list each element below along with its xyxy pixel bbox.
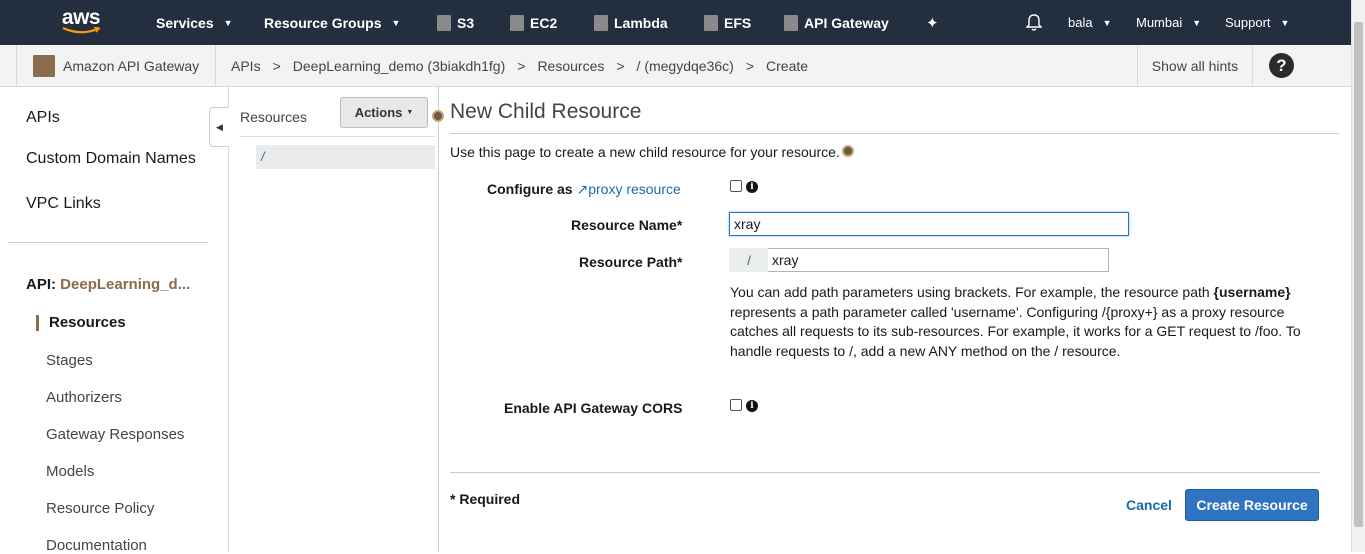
chevron-down-icon: ▼ [391, 17, 401, 28]
resource-path-help: You can add path parameters using bracke… [730, 284, 1301, 359]
sidebar-item-gateway-responses[interactable]: Gateway Responses [46, 426, 184, 443]
bell-icon[interactable] [1026, 0, 1042, 45]
breadcrumb-separator: > [616, 57, 625, 74]
info-icon[interactable]: i [746, 400, 758, 412]
api-gateway-icon [784, 14, 798, 31]
shortcut-efs[interactable]: EFS [704, 0, 751, 45]
pin-icon[interactable]: ✦ [926, 0, 939, 45]
title-divider [450, 133, 1339, 134]
footer-divider [450, 472, 1320, 473]
sidebar-item-documentation[interactable]: Documentation [46, 537, 147, 554]
sidebar-item-authorizers[interactable]: Authorizers [46, 389, 122, 406]
breadcrumb-item-api[interactable]: DeepLearning_demo (3biakdh1fg) [293, 58, 505, 74]
breadcrumb-separator: > [272, 57, 281, 74]
proxy-resource-link[interactable]: ↗proxy resource [576, 181, 680, 197]
ec2-icon [510, 14, 524, 31]
sidebar-api-heading[interactable]: API: DeepLearning_d... [26, 276, 190, 293]
resource-groups-menu[interactable]: Resource Groups ▼ [264, 0, 400, 45]
required-note: * Required [450, 491, 521, 507]
breadcrumb-item-root[interactable]: / (megydqe36c) [637, 58, 734, 74]
resource-tree-root[interactable]: / [256, 145, 435, 169]
resource-name-input[interactable]: xray [729, 212, 1129, 236]
lambda-icon [594, 14, 608, 31]
breadcrumb-bar: Amazon API Gateway APIs > DeepLearning_d… [0, 45, 1351, 87]
breadcrumb-separator: > [517, 57, 526, 74]
sidebar-item-custom-domain-names[interactable]: Custom Domain Names [26, 150, 196, 168]
shortcut-lambda[interactable]: Lambda [594, 0, 668, 45]
sidebar-item-resource-policy[interactable]: Resource Policy [46, 500, 154, 517]
chevron-down-icon: ▼ [1280, 17, 1290, 28]
support-menu[interactable]: Support ▼ [1225, 0, 1289, 45]
service-home-link[interactable]: Amazon API Gateway [16, 45, 216, 86]
help-icon[interactable]: ? [1269, 53, 1294, 78]
breadcrumb-separator: > [745, 57, 755, 74]
page-scrollbar[interactable] [1351, 0, 1365, 552]
region-menu[interactable]: Mumbai ▼ [1136, 0, 1201, 45]
resource-name-label: Resource Name* [571, 217, 683, 233]
info-icon[interactable]: i [746, 181, 758, 193]
create-resource-button[interactable]: Create Resource [1185, 489, 1319, 521]
top-nav: aws Services ▼ Resource Groups ▼ S3 EC2 La… [0, 0, 1351, 45]
efs-icon [704, 14, 718, 31]
sidebar-item-resources[interactable]: Resources [36, 315, 126, 331]
hint-icon[interactable] [842, 145, 854, 157]
sidebar-item-apis[interactable]: APIs [26, 109, 60, 127]
configure-proxy-label: Configure as ↗proxy resource [487, 181, 681, 197]
services-menu[interactable]: Services ▼ [156, 0, 233, 45]
sidebar-item-vpc-links[interactable]: VPC Links [26, 195, 101, 213]
shortcut-s3[interactable]: S3 [437, 0, 474, 45]
cors-checkbox[interactable] [730, 399, 742, 411]
show-all-hints-button[interactable]: Show all hints [1137, 45, 1253, 86]
chevron-down-icon: ▼ [223, 17, 233, 28]
resource-path-label: Resource Path* [579, 254, 683, 270]
resources-panel: Resources Actions ▼ / [229, 87, 439, 552]
chevron-down-icon: ▼ [1102, 17, 1112, 28]
intro-text: Use this page to create a new child reso… [450, 144, 840, 160]
sidebar: APIs Custom Domain Names VPC Links API: … [0, 87, 229, 554]
hint-icon[interactable] [432, 110, 444, 122]
sidebar-item-stages[interactable]: Stages [46, 352, 93, 369]
breadcrumb: APIs > DeepLearning_demo (3biakdh1fg) > … [231, 45, 808, 86]
sidebar-divider [8, 242, 208, 243]
scrollbar-thumb[interactable] [1354, 22, 1363, 527]
shortcut-ec2[interactable]: EC2 [510, 0, 557, 45]
proxy-checkbox[interactable] [730, 180, 742, 192]
collapse-sidebar-button[interactable]: ◀ [209, 107, 229, 147]
external-link-icon: ↗ [576, 181, 589, 197]
breadcrumb-item-create: Create [766, 57, 809, 74]
chevron-left-icon: ◀ [216, 121, 223, 132]
aws-logo[interactable]: aws [58, 7, 104, 38]
actions-dropdown[interactable]: Actions ▼ [340, 97, 428, 128]
cancel-button[interactable]: Cancel [1126, 497, 1172, 513]
user-menu[interactable]: bala ▼ [1068, 0, 1112, 45]
resource-path-prefix: / [729, 248, 769, 272]
s3-icon [437, 14, 451, 31]
page-title: New Child Resource [450, 100, 642, 123]
resource-path-input[interactable]: xray [768, 248, 1109, 272]
api-gateway-icon [33, 54, 55, 77]
chevron-down-icon: ▼ [406, 109, 414, 116]
shortcut-api-gateway[interactable]: API Gateway [784, 0, 889, 45]
breadcrumb-item-apis[interactable]: APIs [231, 58, 261, 74]
breadcrumb-item-resources[interactable]: Resources [537, 58, 604, 74]
cors-label: Enable API Gateway CORS [504, 400, 683, 416]
resources-title: Resources [240, 109, 307, 125]
sidebar-item-models[interactable]: Models [46, 463, 94, 480]
chevron-down-icon: ▼ [1192, 17, 1202, 28]
resources-divider [240, 136, 435, 137]
